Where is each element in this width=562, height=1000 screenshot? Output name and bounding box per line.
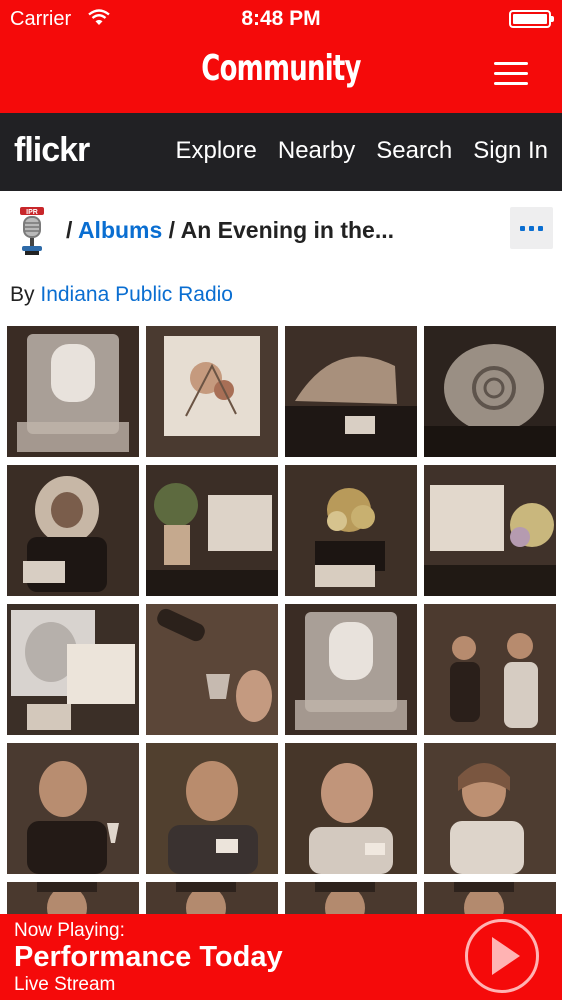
now-playing-subtitle: Live Stream [14, 974, 116, 995]
page-title: Community [201, 48, 361, 89]
photo-image [146, 882, 278, 916]
photo-thumbnail-potted-plant-display[interactable] [146, 465, 278, 596]
photo-thumbnail-flower-arrangement[interactable] [285, 465, 417, 596]
breadcrumb: IPR / Albums / An Evening in the... [0, 191, 562, 269]
photo-thumbnail-wine-pouring[interactable] [146, 604, 278, 735]
photo-image [7, 465, 139, 596]
photo-thumbnail-portrait-drawing[interactable] [7, 604, 139, 735]
status-bar: Carrier 8:48 PM [0, 0, 562, 36]
photo-image [424, 604, 556, 735]
breadcrumb-albums-link[interactable]: Albums [78, 217, 162, 243]
photo-image [285, 465, 417, 596]
photo-image [285, 326, 417, 457]
photo-grid [7, 326, 556, 916]
photo-thumbnail-man-with-wine-glass[interactable] [7, 743, 139, 874]
breadcrumb-separator: / [66, 217, 73, 243]
photo-thumbnail-ceramic-spiral-plate[interactable] [424, 326, 556, 457]
nav-link-sign-in[interactable]: Sign In [473, 137, 548, 165]
photo-thumbnail-guest-partial[interactable] [424, 882, 556, 916]
photo-image [7, 604, 139, 735]
photo-thumbnail-woman-with-name-tag[interactable] [424, 743, 556, 874]
nav-link-search[interactable]: Search [376, 137, 452, 165]
photo-image [424, 743, 556, 874]
photo-thumbnail-man-with-name-tag[interactable] [146, 743, 278, 874]
photo-image [7, 743, 139, 874]
photo-image [146, 743, 278, 874]
photo-image [285, 882, 417, 916]
photo-image [146, 604, 278, 735]
flickr-nav-bar: flickr Explore Nearby Search Sign In [0, 113, 562, 191]
svg-text:IPR: IPR [26, 209, 38, 216]
breadcrumb-path: / Albums / An Evening in the... [66, 217, 394, 244]
photo-image [285, 743, 417, 874]
clock-time: 8:48 PM [241, 7, 321, 30]
photo-thumbnail-auction-display-table[interactable] [285, 326, 417, 457]
photo-thumbnail-guests-chatting[interactable] [424, 604, 556, 735]
photo-image [285, 604, 417, 735]
byline: By Indiana Public Radio [10, 283, 233, 307]
album-title: An Evening in the... [180, 217, 395, 243]
now-playing-bar: Now Playing: Performance Today Live Stre… [0, 914, 562, 1000]
microphone-avatar-icon[interactable]: IPR [14, 205, 50, 257]
flickr-logo[interactable]: flickr [14, 131, 90, 170]
play-button[interactable] [465, 919, 539, 993]
nav-link-explore[interactable]: Explore [175, 137, 256, 165]
photo-image [424, 882, 556, 916]
photo-thumbnail-geode-display[interactable] [7, 465, 139, 596]
photo-thumbnail-smiling-man[interactable] [285, 743, 417, 874]
photo-thumbnail-guest-partial[interactable] [146, 882, 278, 916]
author-link[interactable]: Indiana Public Radio [40, 283, 233, 306]
flickr-nav-links: Explore Nearby Search Sign In [175, 137, 548, 165]
photo-image [424, 465, 556, 596]
nav-link-nearby[interactable]: Nearby [278, 137, 355, 165]
now-playing-title: Performance Today [14, 941, 283, 973]
photo-image [146, 326, 278, 457]
app-header: Community [0, 36, 562, 113]
photo-thumbnail-ice-sculpture-microphone[interactable] [285, 604, 417, 735]
breadcrumb-separator: / [168, 217, 176, 243]
photo-thumbnail-guest-partial[interactable] [285, 882, 417, 916]
byline-prefix: By [10, 283, 35, 306]
more-options-button[interactable] [510, 207, 553, 249]
photo-thumbnail-flower-arrangement-sign[interactable] [424, 465, 556, 596]
photo-image [424, 326, 556, 457]
battery-icon [509, 10, 554, 28]
photo-image [7, 882, 139, 916]
ellipsis-icon [520, 226, 525, 231]
hamburger-icon[interactable] [494, 60, 528, 88]
now-playing-label: Now Playing: [14, 920, 125, 941]
photo-thumbnail-ice-sculpture-microphone[interactable] [7, 326, 139, 457]
photo-image [146, 465, 278, 596]
photo-image [7, 326, 139, 457]
photo-thumbnail-floral-painting[interactable] [146, 326, 278, 457]
play-icon [492, 937, 520, 975]
photo-thumbnail-guest-partial[interactable] [7, 882, 139, 916]
